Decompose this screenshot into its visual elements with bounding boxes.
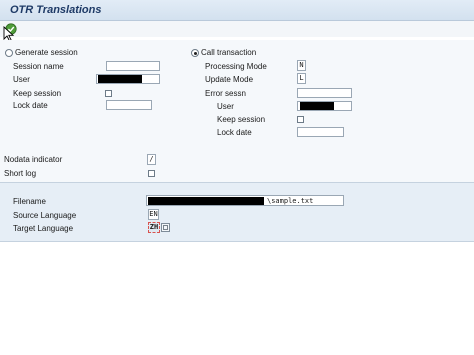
user-field[interactable] (297, 101, 352, 111)
short-log-checkbox[interactable] (148, 170, 155, 177)
call-transaction-radio[interactable] (191, 49, 199, 57)
source-language-field[interactable]: EN (148, 209, 159, 220)
user-label: User (13, 75, 30, 84)
file-language-block: Filename \sample.txt Source Language EN … (0, 182, 474, 242)
error-sessn-label: Error sessn (205, 89, 246, 98)
nodata-indicator-field[interactable]: / (147, 154, 156, 165)
lock-date-label: Lock date (13, 101, 48, 110)
source-language-label: Source Language (13, 211, 77, 220)
error-sessn-field[interactable] (297, 88, 352, 98)
application-toolbar (0, 21, 474, 37)
processing-mode-label: Processing Mode (205, 62, 267, 71)
keep-session-checkbox[interactable] (297, 116, 304, 123)
call-transaction-label: Call transaction (201, 48, 257, 57)
lock-date-field[interactable] (297, 127, 344, 137)
redacted-block (148, 197, 264, 205)
short-log-label: Short log (4, 169, 37, 178)
target-language-label: Target Language (13, 224, 74, 233)
lock-date-field[interactable] (106, 100, 152, 110)
filename-value: \sample.txt (267, 197, 314, 205)
filename-field[interactable]: \sample.txt (146, 195, 344, 206)
update-mode-field[interactable]: L (297, 73, 306, 84)
redacted-block (300, 102, 334, 110)
generate-session-radio[interactable] (5, 49, 13, 57)
keep-session-checkbox[interactable] (105, 90, 112, 97)
keep-session-label: Keep session (217, 115, 266, 124)
nodata-indicator-label: Nodata indicator (4, 155, 63, 164)
update-mode-label: Update Mode (205, 75, 254, 84)
session-name-label: Session name (13, 62, 64, 71)
title-bar: OTR Translations (0, 0, 474, 21)
user-label: User (217, 102, 234, 111)
filename-label: Filename (13, 197, 46, 206)
user-field[interactable] (96, 74, 160, 84)
redacted-block (98, 75, 142, 83)
generate-session-label: Generate session (15, 48, 78, 57)
value-help-icon[interactable] (161, 223, 170, 232)
target-language-field[interactable]: ZH (148, 222, 160, 233)
page-title: OTR Translations (10, 4, 102, 16)
keep-session-label: Keep session (13, 89, 62, 98)
session-name-field[interactable] (106, 61, 160, 71)
lock-date-label: Lock date (217, 128, 252, 137)
processing-mode-field[interactable]: N (297, 60, 306, 71)
